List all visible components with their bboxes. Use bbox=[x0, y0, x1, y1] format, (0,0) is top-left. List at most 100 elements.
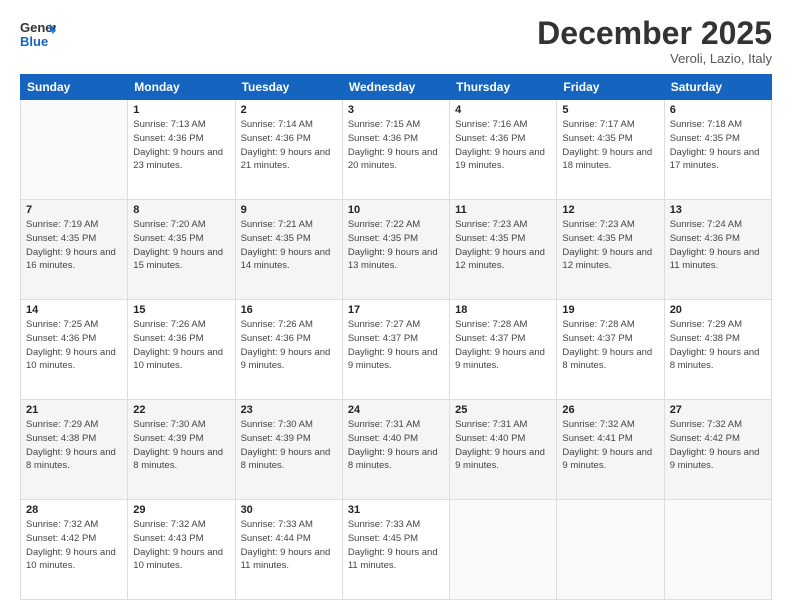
table-row: 17 Sunrise: 7:27 AMSunset: 4:37 PMDayligh… bbox=[342, 300, 449, 400]
day-number: 25 bbox=[455, 404, 551, 416]
day-info: Sunrise: 7:31 AMSunset: 4:40 PMDaylight:… bbox=[348, 418, 444, 473]
day-info: Sunrise: 7:16 AMSunset: 4:36 PMDaylight:… bbox=[455, 118, 551, 173]
day-info: Sunrise: 7:24 AMSunset: 4:36 PMDaylight:… bbox=[670, 218, 766, 273]
calendar-week-row: 14 Sunrise: 7:25 AMSunset: 4:36 PMDayligh… bbox=[21, 300, 772, 400]
day-number: 26 bbox=[562, 404, 658, 416]
day-number: 14 bbox=[26, 304, 122, 316]
col-sunday: Sunday bbox=[21, 75, 128, 100]
day-number: 5 bbox=[562, 104, 658, 116]
day-number: 21 bbox=[26, 404, 122, 416]
table-row: 13 Sunrise: 7:24 AMSunset: 4:36 PMDayligh… bbox=[664, 200, 771, 300]
day-number: 1 bbox=[133, 104, 229, 116]
day-number: 31 bbox=[348, 504, 444, 516]
location: Veroli, Lazio, Italy bbox=[537, 51, 772, 66]
calendar-week-row: 7Sunrise: 7:19 AMSunset: 4:35 PMDaylight… bbox=[21, 200, 772, 300]
day-info: Sunrise: 7:26 AMSunset: 4:36 PMDaylight:… bbox=[133, 318, 229, 373]
day-info: Sunrise: 7:33 AMSunset: 4:44 PMDaylight:… bbox=[241, 518, 337, 573]
day-number: 17 bbox=[348, 304, 444, 316]
table-row: 12 Sunrise: 7:23 AMSunset: 4:35 PMDayligh… bbox=[557, 200, 664, 300]
day-info: Sunrise: 7:32 AMSunset: 4:42 PMDaylight:… bbox=[670, 418, 766, 473]
calendar-week-row: 1 Sunrise: 7:13 AMSunset: 4:36 PMDaylight… bbox=[21, 100, 772, 200]
day-info: Sunrise: 7:32 AMSunset: 4:43 PMDaylight:… bbox=[133, 518, 229, 573]
table-row: 22 Sunrise: 7:30 AMSunset: 4:39 PMDayligh… bbox=[128, 400, 235, 500]
day-number: 15 bbox=[133, 304, 229, 316]
table-row: 21Sunrise: 7:29 AMSunset: 4:38 PMDayligh… bbox=[21, 400, 128, 500]
calendar-table: Sunday Monday Tuesday Wednesday Thursday… bbox=[20, 74, 772, 600]
table-row: 28 Sunrise: 7:32 AMSunset: 4:42 PMDayligh… bbox=[21, 500, 128, 600]
table-row: 3 Sunrise: 7:15 AMSunset: 4:36 PMDaylight… bbox=[342, 100, 449, 200]
calendar-header-row: Sunday Monday Tuesday Wednesday Thursday… bbox=[21, 75, 772, 100]
day-number: 27 bbox=[670, 404, 766, 416]
day-info: Sunrise: 7:22 AMSunset: 4:35 PMDaylight:… bbox=[348, 218, 444, 273]
day-number: 2 bbox=[241, 104, 337, 116]
day-number: 8 bbox=[133, 204, 229, 216]
table-row: 18 Sunrise: 7:28 AMSunset: 4:37 PMDayligh… bbox=[450, 300, 557, 400]
day-info: Sunrise: 7:15 AMSunset: 4:36 PMDaylight:… bbox=[348, 118, 444, 173]
day-info: Sunrise: 7:17 AMSunset: 4:35 PMDaylight:… bbox=[562, 118, 658, 173]
day-info: Sunrise: 7:19 AMSunset: 4:35 PMDaylight:… bbox=[26, 218, 122, 273]
table-row: 29Sunrise: 7:32 AMSunset: 4:43 PMDayligh… bbox=[128, 500, 235, 600]
day-number: 6 bbox=[670, 104, 766, 116]
table-row bbox=[21, 100, 128, 200]
day-number: 9 bbox=[241, 204, 337, 216]
day-info: Sunrise: 7:13 AMSunset: 4:36 PMDaylight:… bbox=[133, 118, 229, 173]
table-row: 9 Sunrise: 7:21 AMSunset: 4:35 PMDaylight… bbox=[235, 200, 342, 300]
col-saturday: Saturday bbox=[664, 75, 771, 100]
day-info: Sunrise: 7:30 AMSunset: 4:39 PMDaylight:… bbox=[133, 418, 229, 473]
header: General Blue December 2025 Veroli, Lazio… bbox=[20, 16, 772, 66]
table-row: 20 Sunrise: 7:29 AMSunset: 4:38 PMDayligh… bbox=[664, 300, 771, 400]
day-info: Sunrise: 7:28 AMSunset: 4:37 PMDaylight:… bbox=[562, 318, 658, 373]
day-info: Sunrise: 7:28 AMSunset: 4:37 PMDaylight:… bbox=[455, 318, 551, 373]
table-row: 14 Sunrise: 7:25 AMSunset: 4:36 PMDayligh… bbox=[21, 300, 128, 400]
table-row bbox=[664, 500, 771, 600]
table-row: 30Sunrise: 7:33 AMSunset: 4:44 PMDayligh… bbox=[235, 500, 342, 600]
calendar-week-row: 21Sunrise: 7:29 AMSunset: 4:38 PMDayligh… bbox=[21, 400, 772, 500]
table-row: 25Sunrise: 7:31 AMSunset: 4:40 PMDayligh… bbox=[450, 400, 557, 500]
day-number: 22 bbox=[133, 404, 229, 416]
day-info: Sunrise: 7:32 AMSunset: 4:42 PMDaylight:… bbox=[26, 518, 122, 573]
table-row: 11 Sunrise: 7:23 AMSunset: 4:35 PMDayligh… bbox=[450, 200, 557, 300]
day-number: 20 bbox=[670, 304, 766, 316]
col-friday: Friday bbox=[557, 75, 664, 100]
day-info: Sunrise: 7:21 AMSunset: 4:35 PMDaylight:… bbox=[241, 218, 337, 273]
table-row: 7Sunrise: 7:19 AMSunset: 4:35 PMDaylight… bbox=[21, 200, 128, 300]
day-number: 28 bbox=[26, 504, 122, 516]
table-row bbox=[557, 500, 664, 600]
day-info: Sunrise: 7:32 AMSunset: 4:41 PMDaylight:… bbox=[562, 418, 658, 473]
table-row: 31 Sunrise: 7:33 AMSunset: 4:45 PMDayligh… bbox=[342, 500, 449, 600]
logo: General Blue bbox=[20, 16, 56, 52]
day-info: Sunrise: 7:33 AMSunset: 4:45 PMDaylight:… bbox=[348, 518, 444, 573]
table-row: 6 Sunrise: 7:18 AMSunset: 4:35 PMDaylight… bbox=[664, 100, 771, 200]
day-number: 23 bbox=[241, 404, 337, 416]
day-info: Sunrise: 7:18 AMSunset: 4:35 PMDaylight:… bbox=[670, 118, 766, 173]
table-row: 24Sunrise: 7:31 AMSunset: 4:40 PMDayligh… bbox=[342, 400, 449, 500]
title-block: December 2025 Veroli, Lazio, Italy bbox=[537, 16, 772, 66]
day-number: 12 bbox=[562, 204, 658, 216]
table-row: 10 Sunrise: 7:22 AMSunset: 4:35 PMDayligh… bbox=[342, 200, 449, 300]
day-number: 11 bbox=[455, 204, 551, 216]
table-row: 8 Sunrise: 7:20 AMSunset: 4:35 PMDaylight… bbox=[128, 200, 235, 300]
logo-icon: General Blue bbox=[20, 16, 56, 52]
table-row: 27 Sunrise: 7:32 AMSunset: 4:42 PMDayligh… bbox=[664, 400, 771, 500]
svg-text:Blue: Blue bbox=[20, 34, 48, 49]
day-number: 3 bbox=[348, 104, 444, 116]
day-info: Sunrise: 7:20 AMSunset: 4:35 PMDaylight:… bbox=[133, 218, 229, 273]
day-info: Sunrise: 7:23 AMSunset: 4:35 PMDaylight:… bbox=[562, 218, 658, 273]
table-row: 16Sunrise: 7:26 AMSunset: 4:36 PMDayligh… bbox=[235, 300, 342, 400]
day-number: 13 bbox=[670, 204, 766, 216]
day-number: 4 bbox=[455, 104, 551, 116]
day-number: 16 bbox=[241, 304, 337, 316]
col-wednesday: Wednesday bbox=[342, 75, 449, 100]
day-number: 18 bbox=[455, 304, 551, 316]
day-info: Sunrise: 7:29 AMSunset: 4:38 PMDaylight:… bbox=[670, 318, 766, 373]
day-info: Sunrise: 7:27 AMSunset: 4:37 PMDaylight:… bbox=[348, 318, 444, 373]
day-info: Sunrise: 7:25 AMSunset: 4:36 PMDaylight:… bbox=[26, 318, 122, 373]
col-thursday: Thursday bbox=[450, 75, 557, 100]
col-tuesday: Tuesday bbox=[235, 75, 342, 100]
day-number: 10 bbox=[348, 204, 444, 216]
page: General Blue December 2025 Veroli, Lazio… bbox=[0, 0, 792, 612]
day-info: Sunrise: 7:14 AMSunset: 4:36 PMDaylight:… bbox=[241, 118, 337, 173]
day-info: Sunrise: 7:23 AMSunset: 4:35 PMDaylight:… bbox=[455, 218, 551, 273]
col-monday: Monday bbox=[128, 75, 235, 100]
day-number: 19 bbox=[562, 304, 658, 316]
